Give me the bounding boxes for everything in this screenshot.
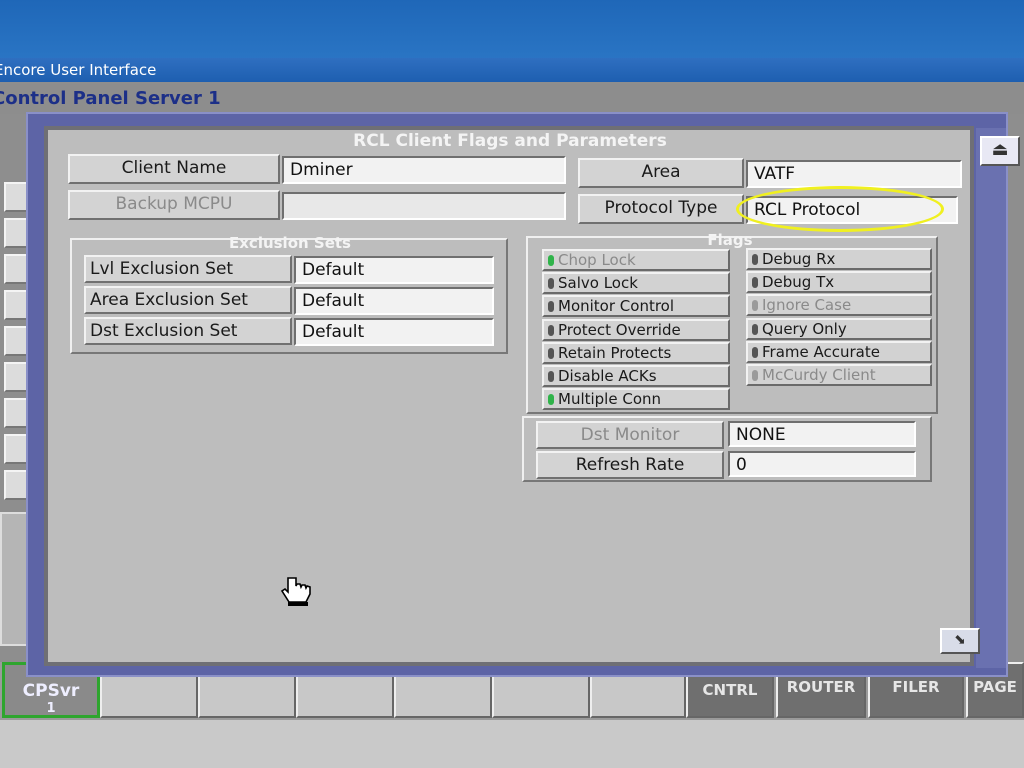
flag-toggle[interactable]: Monitor Control [542,295,730,318]
flag-label: Frame Accurate [762,342,880,361]
flag-toggle[interactable]: Debug Tx [746,271,932,294]
window-titlebar: Encore User Interface [0,58,1024,82]
flag-label: Ignore Case [762,296,852,315]
flag-toggle[interactable]: Salvo Lock [542,272,730,295]
status-led-icon [752,277,758,289]
flag-label: Disable ACKs [558,367,657,385]
mach-cntrl-label-2: CNTRL [702,681,758,699]
lvl-exclusion-set-label: Lvl Exclusion Set [84,255,292,283]
flag-toggle[interactable]: Ignore Case [746,294,932,317]
status-led-icon [548,347,554,359]
dialog-title: RCL Client Flags and Parameters [353,131,667,151]
window-title: Encore User Interface [0,61,157,79]
status-led-icon [548,255,554,266]
flag-toggle[interactable]: Multiple Conn [542,388,730,411]
router-label: ROUTER [786,678,856,696]
status-led-icon [752,300,758,312]
protocol-type-label: Protocol Type [578,194,744,224]
status-led-icon [548,324,554,336]
status-led-icon [548,301,554,313]
hand-cursor-icon [280,577,311,606]
backup-mcpu-field[interactable] [282,192,566,220]
area-field[interactable]: VATF [746,160,962,188]
arrow-down-right-icon: ⬊ [954,632,966,648]
flag-toggle[interactable]: Retain Protects [542,341,730,364]
flag-toggle[interactable]: Protect Override [542,318,730,341]
flag-toggle[interactable]: Debug Rx [746,248,932,270]
flag-label: Monitor Control [558,297,675,316]
monitor-bezel [0,720,1024,768]
cpsvr-tab-number: 1 [46,701,56,716]
status-led-icon [752,370,758,381]
flag-label: Debug Rx [762,250,836,268]
dst-exclusion-set-field[interactable]: Default [294,318,494,346]
status-led-icon [752,323,758,335]
highlight-ellipse [736,186,944,232]
flag-label: Retain Protects [558,343,672,362]
status-led-icon [752,254,758,265]
client-name-label: Client Name [68,154,280,184]
flag-label: Debug Tx [762,273,835,292]
status-led-icon [548,394,554,406]
backup-mcpu-label: Backup MCPU [68,190,280,220]
page-label: PAGE [973,678,1017,696]
flag-label: Query Only [762,319,847,338]
flag-label: Chop Lock [558,251,636,269]
exclusion-sets-title: Exclusion Sets [229,234,351,252]
status-led-icon [548,371,554,382]
status-led-icon [548,278,554,290]
refresh-rate-label: Refresh Rate [536,451,724,479]
filer-label: FILER [892,678,940,696]
status-led-icon [752,346,758,358]
scroll-up-button[interactable]: ⏏ [980,136,1020,166]
desktop-background [0,0,1024,60]
flag-toggle[interactable]: Query Only [746,317,932,340]
flag-toggle[interactable]: McCurdy Client [746,364,932,386]
client-name-field[interactable]: Dminer [282,156,566,184]
cpsvr-tab-label: CPSvr [22,681,80,701]
lvl-exclusion-set-field[interactable]: Default [294,256,494,284]
panel-title: Control Panel Server 1 [0,88,221,109]
refresh-rate-field[interactable]: 0 [728,451,916,477]
flag-toggle[interactable]: Frame Accurate [746,340,932,363]
flag-label: Multiple Conn [558,390,662,409]
flag-toggle[interactable]: Chop Lock [542,249,730,271]
area-exclusion-set-label: Area Exclusion Set [84,286,292,314]
dialog-scroll-rail [976,128,1006,668]
flag-label: Protect Override [558,320,681,339]
area-label: Area [578,158,744,188]
panel-header: Control Panel Server 1 [0,84,1024,114]
dst-monitor-field[interactable]: NONE [728,421,916,447]
flag-toggle[interactable]: Disable ACKs [542,365,730,387]
scroll-down-button[interactable]: ⬊ [940,628,980,654]
dst-monitor-label: Dst Monitor [536,421,724,449]
flag-label: Salvo Lock [558,274,638,293]
eject-icon: ⏏ [991,139,1009,160]
flag-label: McCurdy Client [762,366,876,384]
dst-exclusion-set-label: Dst Exclusion Set [84,317,292,345]
flags-title: Flags [707,231,753,249]
area-exclusion-set-field[interactable]: Default [294,287,494,315]
